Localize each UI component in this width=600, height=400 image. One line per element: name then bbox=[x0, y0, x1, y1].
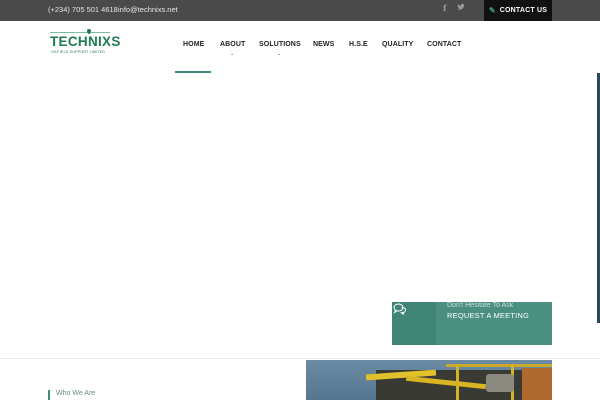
facebook-icon[interactable]: f bbox=[443, 3, 446, 13]
top-bar: (+234) 705 501 4618 info@technixs.net f … bbox=[0, 0, 600, 21]
request-title: REQUEST A MEETING bbox=[447, 311, 530, 320]
twitter-bird-shape bbox=[457, 3, 465, 10]
photo-post bbox=[456, 364, 459, 400]
request-meeting-button[interactable]: Don't Hesitate To Ask REQUEST A MEETING bbox=[392, 302, 552, 345]
contact-us-button[interactable]: ✎ CONTACT US bbox=[484, 0, 552, 21]
logo-tagline: OILFIELD SUPPORT LIMITED bbox=[51, 50, 106, 54]
section-divider bbox=[0, 358, 600, 359]
nav-item-about[interactable]: ABOUT bbox=[220, 41, 245, 48]
nav-item-home[interactable]: HOME bbox=[183, 41, 204, 48]
chevron-down-icon: ⌄ bbox=[277, 51, 282, 57]
chat-bubbles-shape bbox=[393, 303, 407, 315]
request-subtitle: Don't Hesitate To Ask bbox=[447, 302, 514, 309]
chat-bubbles-icon bbox=[393, 303, 407, 318]
section-label: Who We Are bbox=[48, 390, 95, 400]
nav-item-hse[interactable]: H.S.E bbox=[349, 41, 368, 48]
nav-item-quality[interactable]: QUALITY bbox=[382, 41, 413, 48]
chevron-down-icon: ⌄ bbox=[230, 51, 235, 57]
photo-drum bbox=[486, 374, 514, 392]
nav-item-solutions[interactable]: SOLUTIONS bbox=[259, 41, 301, 48]
main-header: TECHNIXS OILFIELD SUPPORT LIMITED HOME A… bbox=[0, 21, 600, 73]
technixs-logo[interactable]: TECHNIXS OILFIELD SUPPORT LIMITED bbox=[50, 29, 120, 56]
edit-icon: ✎ bbox=[488, 6, 496, 15]
offshore-vessel-image bbox=[306, 360, 552, 400]
request-icon-box bbox=[392, 302, 436, 345]
photo-rust-structure bbox=[522, 368, 552, 400]
nav-item-contact[interactable]: CONTACT bbox=[427, 41, 461, 48]
photo-rail bbox=[446, 364, 552, 367]
logo-brand-text: TECHNIXS bbox=[50, 34, 121, 49]
phone-number[interactable]: (+234) 705 501 4618 bbox=[48, 5, 118, 14]
logo-bar bbox=[50, 32, 110, 33]
twitter-icon[interactable] bbox=[457, 3, 465, 13]
contact-us-label: CONTACT US bbox=[499, 7, 548, 14]
nav-item-news[interactable]: NEWS bbox=[313, 41, 334, 48]
email-link[interactable]: info@technixs.net bbox=[118, 5, 178, 14]
